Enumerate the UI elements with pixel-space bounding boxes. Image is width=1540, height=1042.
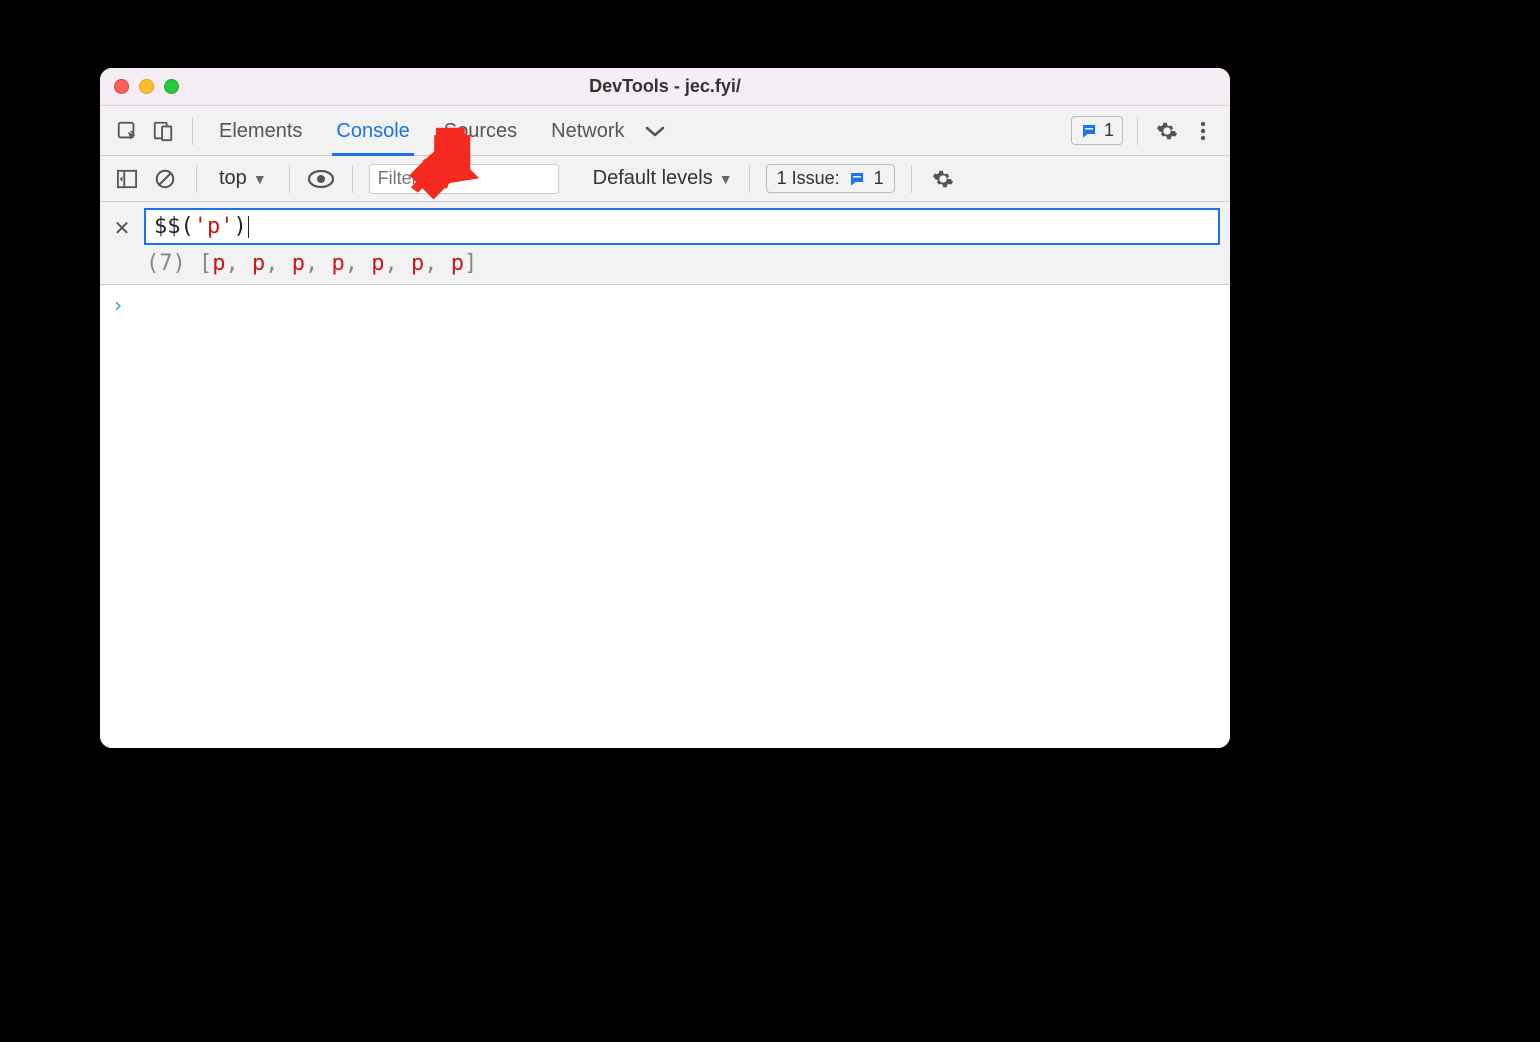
traffic-lights [114, 79, 179, 94]
toggle-sidebar-icon[interactable] [112, 164, 142, 194]
code-function: $$ [154, 214, 181, 239]
separator [911, 165, 912, 193]
devtools-window: DevTools - jec.fyi/ Elements Console Sou… [100, 68, 1230, 748]
issues-label: 1 Issue: [777, 168, 840, 189]
console-toolbar: top ▼ Default levels ▼ 1 Issue: 1 [100, 156, 1230, 202]
result-elem: p [292, 251, 305, 276]
clear-console-icon[interactable] [150, 164, 180, 194]
device-toolbar-icon[interactable] [148, 116, 178, 146]
kebab-menu-button[interactable] [1188, 116, 1218, 146]
separator [352, 165, 353, 193]
tab-network[interactable]: Network [549, 108, 626, 153]
context-label: top [219, 167, 247, 190]
console-input[interactable]: $$('p') [144, 208, 1220, 245]
filter-input[interactable] [369, 164, 559, 194]
zoom-window-button[interactable] [164, 79, 179, 94]
result-elem: p [332, 251, 345, 276]
levels-label: Default levels [593, 167, 713, 190]
code-close-paren: ) [234, 214, 247, 239]
settings-button[interactable] [1152, 116, 1182, 146]
main-toolbar: Elements Console Sources Network 1 [100, 106, 1230, 156]
issues-button[interactable]: 1 Issue: 1 [766, 164, 895, 193]
tab-elements[interactable]: Elements [217, 108, 304, 153]
separator [192, 117, 193, 145]
live-expression-icon[interactable] [306, 164, 336, 194]
separator [289, 165, 290, 193]
result-elem: p [371, 251, 384, 276]
close-window-button[interactable] [114, 79, 129, 94]
result-elem: p [411, 251, 424, 276]
feedback-icon [848, 170, 866, 188]
feedback-icon [1080, 122, 1098, 140]
minimize-window-button[interactable] [139, 79, 154, 94]
eval-content: $$('p') (7) [p, p, p, p, p, p, p] [144, 208, 1220, 276]
tab-sources[interactable]: Sources [442, 108, 519, 153]
log-levels-select[interactable]: Default levels ▼ [593, 167, 733, 190]
code-open-paren: ( [181, 214, 194, 239]
result-elem: p [252, 251, 265, 276]
separator [1137, 117, 1138, 145]
feedback-count: 1 [1104, 120, 1114, 141]
context-select[interactable]: top ▼ [213, 165, 273, 192]
chevron-down-icon: ▼ [719, 171, 733, 187]
more-tabs-button[interactable] [633, 124, 677, 138]
window-title: DevTools - jec.fyi/ [100, 76, 1230, 97]
titlebar: DevTools - jec.fyi/ [100, 68, 1230, 106]
text-cursor [248, 216, 249, 238]
feedback-button[interactable]: 1 [1071, 116, 1123, 145]
result-elem: p [212, 251, 225, 276]
issues-count: 1 [874, 168, 884, 189]
result-count: (7) [146, 251, 186, 276]
tab-console[interactable]: Console [334, 108, 411, 153]
code-string: 'p' [194, 214, 234, 239]
close-icon[interactable]: ✕ [110, 208, 134, 241]
separator [749, 165, 750, 193]
panel-tabs: Elements Console Sources Network [217, 108, 627, 153]
inspect-element-icon[interactable] [112, 116, 142, 146]
separator [196, 165, 197, 193]
eager-eval-result: (7) [p, p, p, p, p, p, p] [144, 245, 1220, 276]
console-prompt-icon: › [112, 293, 1218, 317]
eager-eval-row: ✕ $$('p') (7) [p, p, p, p, p, p, p] [100, 202, 1230, 285]
result-elem: p [451, 251, 464, 276]
chevron-down-icon: ▼ [253, 171, 267, 187]
console-output[interactable]: › [100, 285, 1230, 748]
console-settings-button[interactable] [928, 164, 958, 194]
